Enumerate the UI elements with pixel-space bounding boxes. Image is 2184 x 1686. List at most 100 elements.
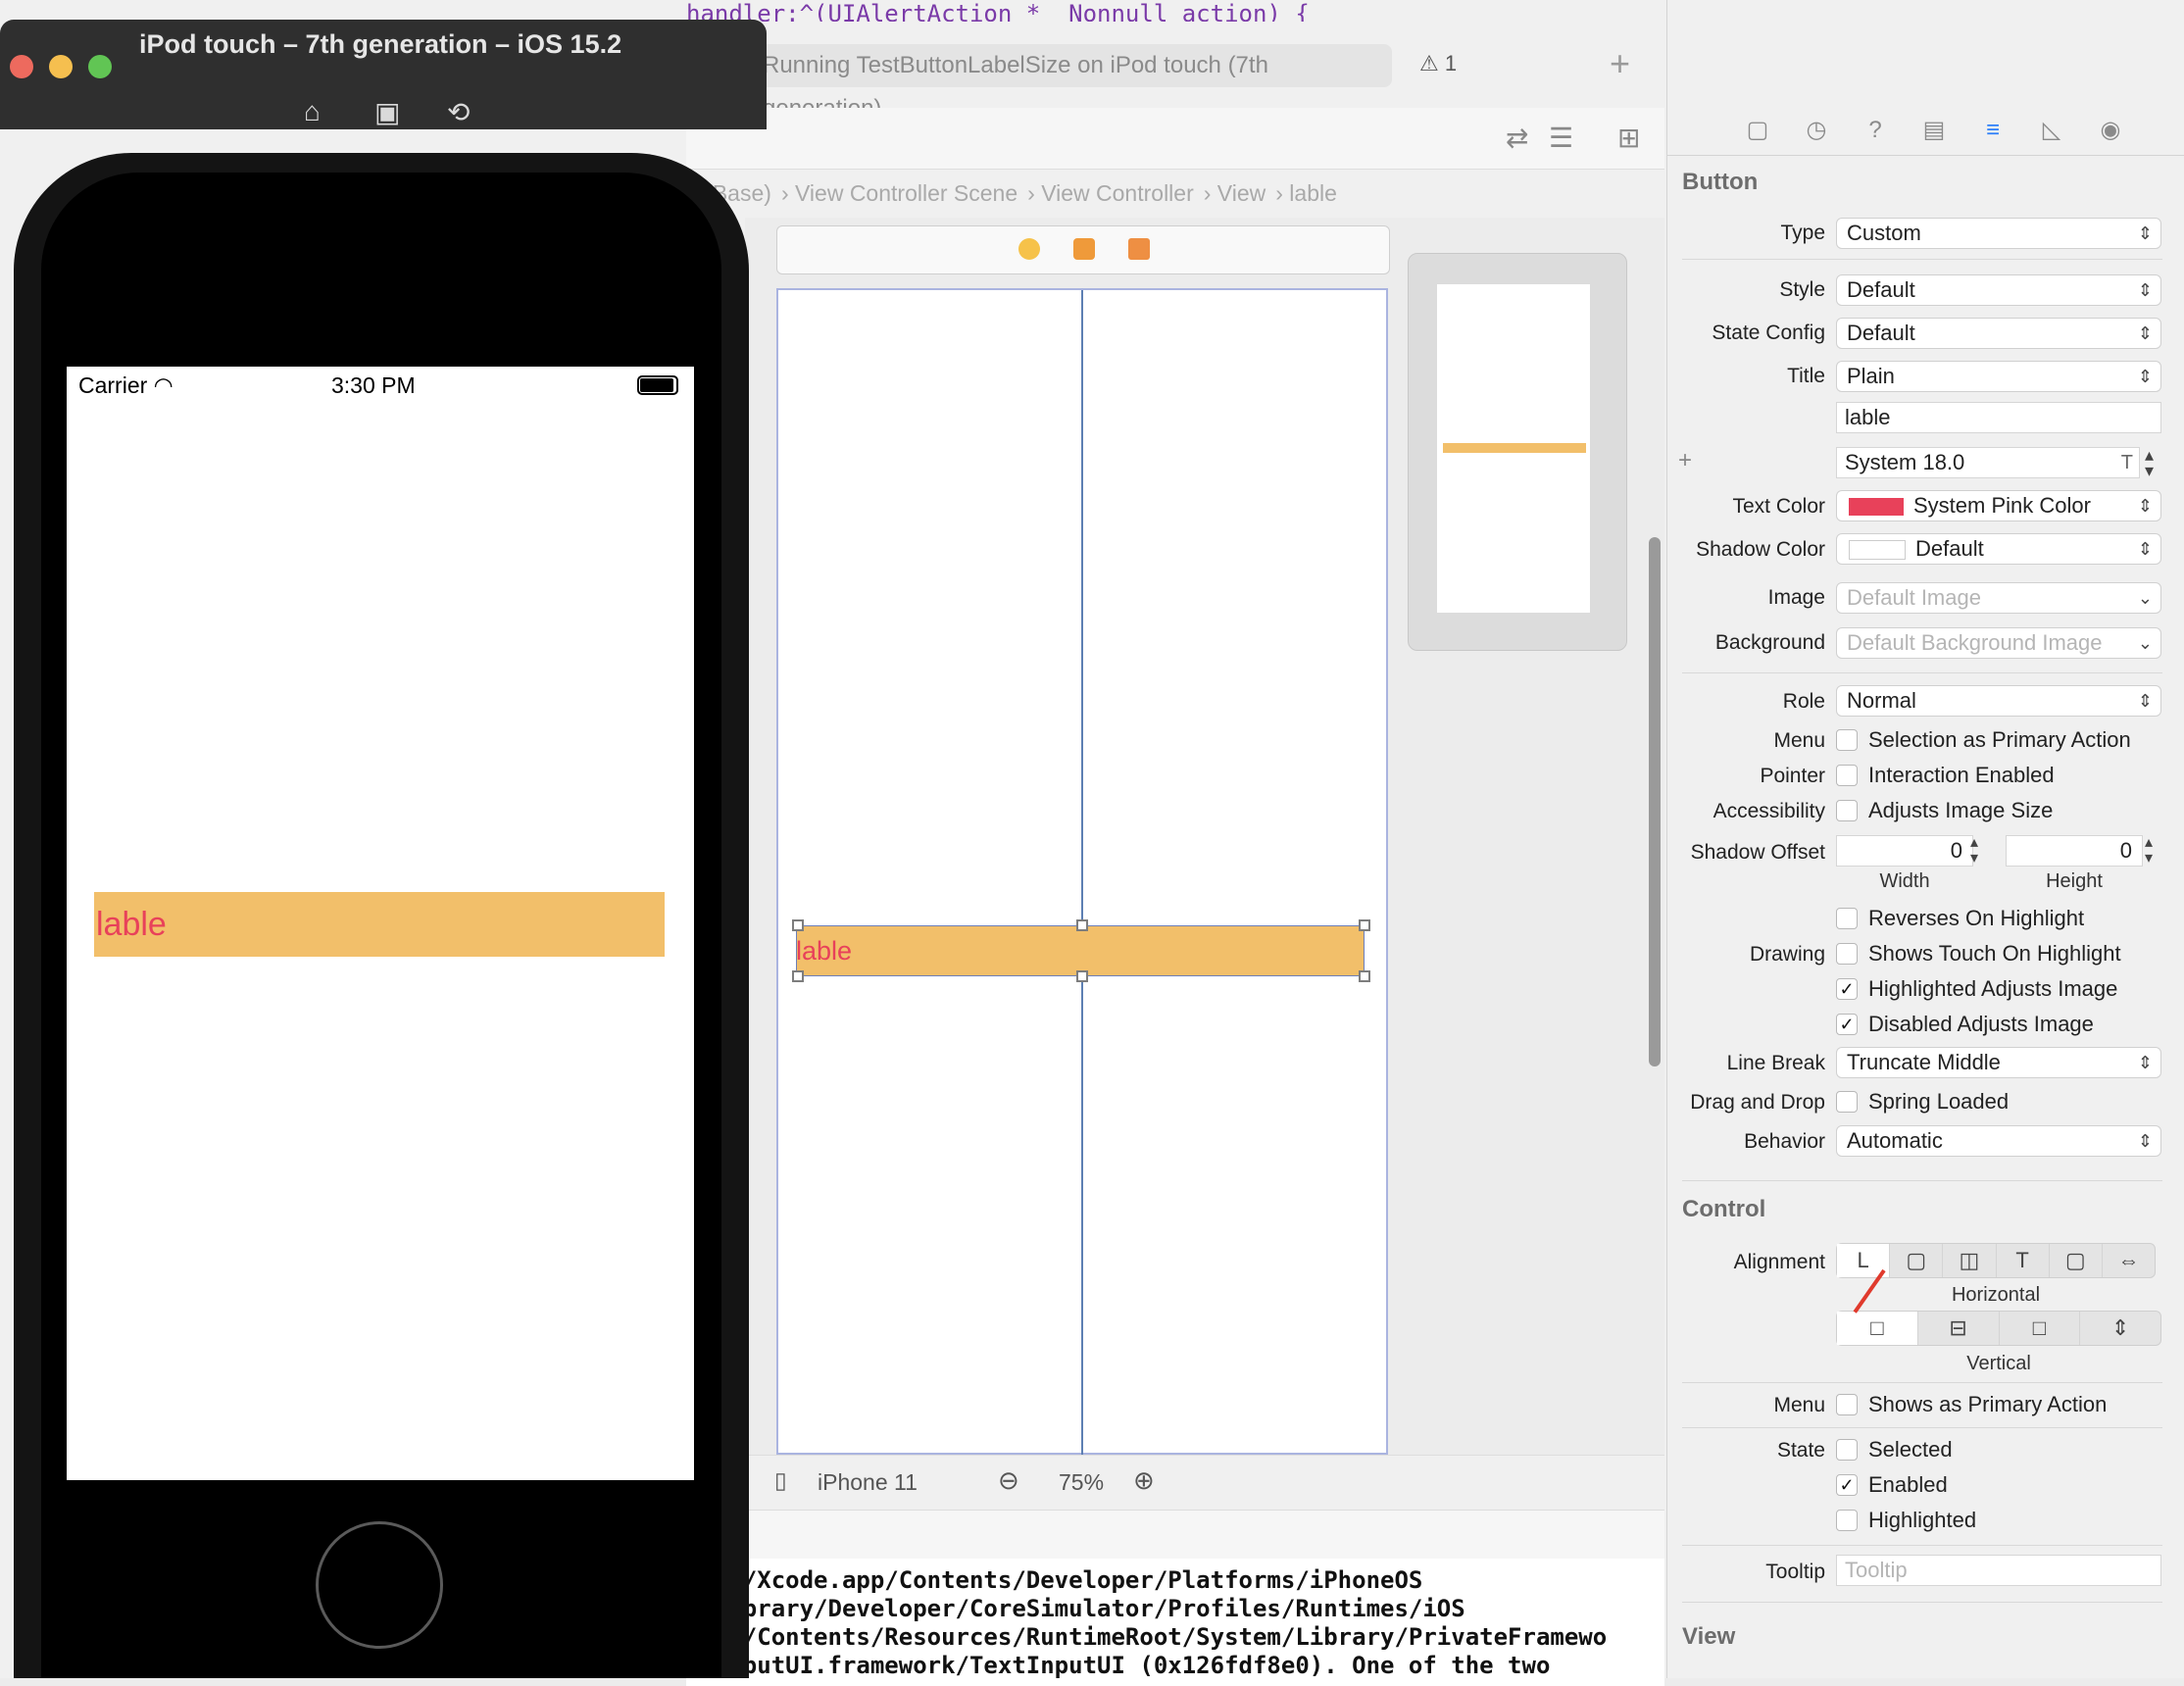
state-config-popup[interactable]: Default ⇕ xyxy=(1836,318,2161,349)
rotate-icon[interactable]: ⟲ xyxy=(447,96,470,128)
background-combo[interactable]: Default Background Image ⌄ xyxy=(1836,627,2161,659)
spring-loaded-checkbox[interactable] xyxy=(1836,1091,1858,1113)
resize-handle[interactable] xyxy=(1359,919,1370,931)
width-stepper[interactable]: ▴ ▾ xyxy=(1970,835,1978,867)
accessibility-checkbox[interactable] xyxy=(1836,800,1858,821)
text-color-popup[interactable]: System Pink Color ⇕ xyxy=(1836,490,2161,521)
breadcrumb-view[interactable]: View xyxy=(1217,180,1266,206)
resize-handle[interactable] xyxy=(1359,970,1370,982)
align-right-icon[interactable]: ▢ xyxy=(2050,1244,2103,1277)
highlighted-checkbox[interactable] xyxy=(1836,1510,1858,1531)
history-icon[interactable]: ◷ xyxy=(1802,116,1831,145)
warning-indicator[interactable]: ⚠ 1 xyxy=(1419,51,1457,76)
image-combo[interactable]: Default Image ⌄ xyxy=(1836,582,2161,614)
font-stepper[interactable]: ▴ ▾ xyxy=(2145,446,2154,479)
align-mid-icon[interactable]: ◫ xyxy=(1943,1244,1997,1277)
menu-checkbox[interactable] xyxy=(1836,729,1858,751)
chevron-updown-icon: ⇕ xyxy=(2137,691,2153,711)
shows-touch-checkbox[interactable] xyxy=(1836,943,1858,965)
section-button: Button xyxy=(1682,169,1759,195)
zoom-level: 75% xyxy=(1059,1469,1105,1495)
help-icon[interactable]: ? xyxy=(1861,116,1890,145)
resize-handle[interactable] xyxy=(1076,970,1088,982)
align-fill-icon[interactable]: ⇔ xyxy=(2103,1244,2155,1277)
swap-icon[interactable]: ⇄ xyxy=(1506,122,1528,154)
breadcrumb-scene[interactable]: View Controller Scene xyxy=(795,180,1018,206)
title-label: Title xyxy=(1787,365,1825,387)
vertical-alignment-control[interactable]: □ ⊟ □ ⇕ xyxy=(1836,1311,2161,1346)
drag-drop-label: Drag and Drop xyxy=(1690,1091,1825,1114)
alignment-label: Alignment xyxy=(1733,1251,1825,1273)
breadcrumb-vc[interactable]: View Controller xyxy=(1041,180,1194,206)
resize-handle[interactable] xyxy=(792,970,804,982)
breadcrumb-button[interactable]: lable xyxy=(1289,180,1337,206)
home-button[interactable] xyxy=(316,1521,443,1649)
align-top-icon[interactable]: T xyxy=(1997,1244,2050,1277)
font-value: System 18.0 xyxy=(1845,450,1965,474)
home-icon[interactable]: ⌂ xyxy=(304,96,321,127)
pointer-checkbox[interactable] xyxy=(1836,765,1858,786)
divider xyxy=(1682,1427,2162,1428)
canvas-button[interactable] xyxy=(796,925,1365,976)
shadow-color-popup[interactable]: Default ⇕ xyxy=(1836,533,2161,565)
attributes-icon[interactable]: ≡ xyxy=(1978,116,2008,145)
chevron-updown-icon: ⇕ xyxy=(2137,1053,2153,1072)
selected-label: Selected xyxy=(1868,1437,1953,1462)
title-text-field[interactable]: lable xyxy=(1836,402,2161,433)
close-icon[interactable] xyxy=(10,55,33,78)
disabled-adjusts-checkbox[interactable]: ✓ xyxy=(1836,1014,1858,1035)
valign-center-icon[interactable]: ⊟ xyxy=(1918,1312,2000,1345)
height-stepper[interactable]: ▴ ▾ xyxy=(2145,835,2153,867)
selected-checkbox[interactable] xyxy=(1836,1439,1858,1461)
font-picker-icon[interactable]: T xyxy=(2121,448,2133,477)
divider xyxy=(1682,1602,2162,1603)
type-popup[interactable]: Custom ⇕ xyxy=(1836,218,2161,249)
role-popup[interactable]: Normal ⇕ xyxy=(1836,685,2161,717)
shadow-width-field[interactable]: 0 xyxy=(1836,835,1973,867)
exit-icon[interactable] xyxy=(1128,238,1150,260)
valign-fill-icon[interactable]: ⇕ xyxy=(2080,1312,2160,1345)
add-editor-icon[interactable]: ⊞ xyxy=(1617,122,1640,154)
behavior-popup[interactable]: Automatic ⇕ xyxy=(1836,1125,2161,1157)
inspector-tabs: ▢ ◷ ? ▤ ≡ ◺ ◉ xyxy=(1666,108,2184,156)
font-field[interactable]: System 18.0 T xyxy=(1836,447,2140,478)
first-responder-icon[interactable] xyxy=(1073,238,1095,260)
reverses-checkbox[interactable] xyxy=(1836,908,1858,929)
highlighted-adjusts-checkbox[interactable]: ✓ xyxy=(1836,978,1858,1000)
file-icon[interactable]: ▢ xyxy=(1743,116,1772,145)
add-variation-icon[interactable]: + xyxy=(1678,447,1692,474)
line-break-popup[interactable]: Truncate Middle ⇕ xyxy=(1836,1047,2161,1078)
style-popup[interactable]: Default ⇕ xyxy=(1836,274,2161,306)
simulator-button-label: lable xyxy=(96,906,167,943)
minimize-icon[interactable] xyxy=(49,55,73,78)
align-center-icon[interactable]: ▢ xyxy=(1890,1244,1944,1277)
style-value: Default xyxy=(1847,277,1915,302)
zoom-out-icon[interactable]: ⊖ xyxy=(998,1465,1019,1496)
valign-top-icon[interactable]: □ xyxy=(1837,1312,1918,1345)
device-icon[interactable]: ▯ xyxy=(774,1467,787,1494)
screenshot-icon[interactable]: ▣ xyxy=(374,96,400,128)
tooltip-field[interactable]: Tooltip xyxy=(1836,1555,2161,1586)
device-name[interactable]: iPhone 11 xyxy=(818,1469,918,1496)
lines-icon[interactable]: ☰ xyxy=(1549,122,1573,154)
size-icon[interactable]: ◺ xyxy=(2037,116,2066,145)
vc-icon[interactable] xyxy=(1018,238,1040,260)
primary-action-checkbox[interactable] xyxy=(1836,1394,1858,1415)
title-popup[interactable]: Plain ⇕ xyxy=(1836,361,2161,392)
console-output: ions/Xcode.app/Contents/Developer/Platfo… xyxy=(686,1559,1664,1686)
identity-icon[interactable]: ▤ xyxy=(1919,116,1949,145)
zoom-in-icon[interactable]: ⊕ xyxy=(1133,1465,1155,1496)
shadow-height-field[interactable]: 0 xyxy=(2006,835,2143,867)
accessibility-label: Accessibility xyxy=(1712,800,1825,822)
valign-bottom-icon[interactable]: □ xyxy=(2000,1312,2081,1345)
resize-handle[interactable] xyxy=(1076,919,1088,931)
chevron-down-icon: ⌄ xyxy=(2137,633,2153,653)
scrollbar[interactable] xyxy=(1649,537,1661,1066)
zoom-icon[interactable] xyxy=(88,55,112,78)
enabled-checkbox[interactable]: ✓ xyxy=(1836,1474,1858,1496)
add-button[interactable]: + xyxy=(1610,43,1630,84)
type-label: Type xyxy=(1780,222,1825,244)
resize-handle[interactable] xyxy=(792,919,804,931)
simulator-button[interactable] xyxy=(94,892,665,957)
connections-icon[interactable]: ◉ xyxy=(2096,116,2125,145)
